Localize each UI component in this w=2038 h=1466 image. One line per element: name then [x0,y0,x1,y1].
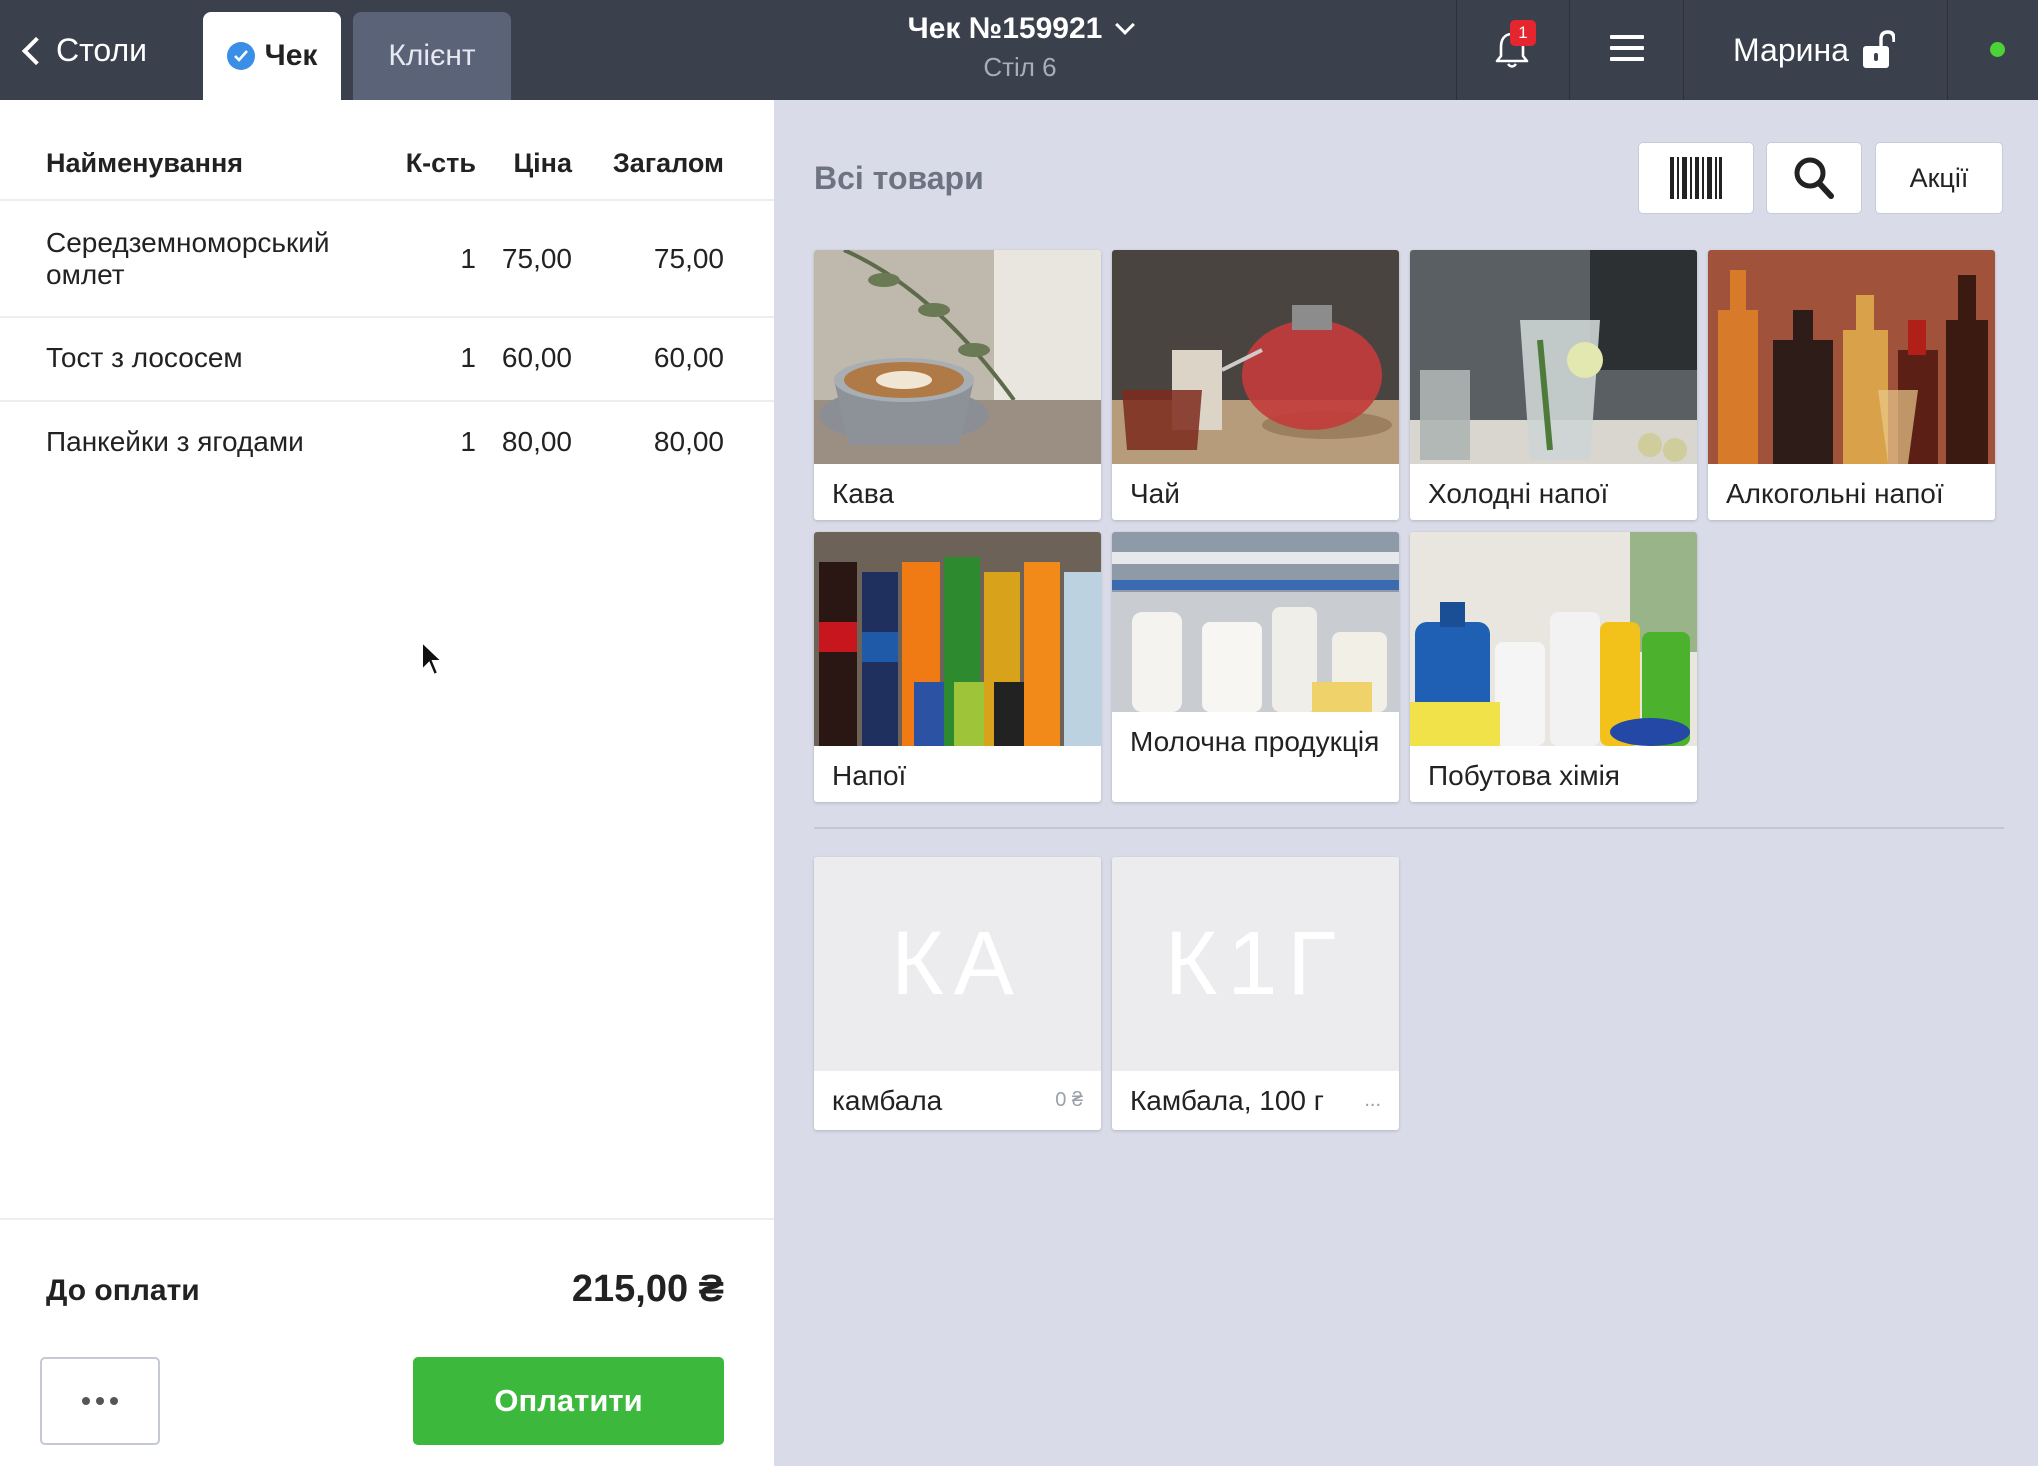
item-name: Середземноморський омлет [46,227,330,290]
product-name: камбала [832,1085,943,1116]
search-icon [1794,157,1834,199]
divider [1947,0,1948,100]
promotions-button[interactable]: Акції [1875,142,2003,214]
mouse-cursor-icon [421,640,445,677]
item-price: 80,00 [501,426,572,457]
checkmark-icon [226,42,255,70]
divider [0,1218,774,1220]
tea-image [1112,250,1399,464]
user-menu[interactable]: Марина [1733,28,1895,72]
back-label: Столи [56,31,148,68]
category-label: Кава [832,478,895,509]
column-name: Найменування [46,148,244,178]
category-label: Побутова хімія [1428,760,1620,791]
item-name: Панкейки з ягодами [46,426,304,457]
barcode-icon [1670,157,1722,199]
to-pay-amount: 215,00 ₴ [571,1268,724,1310]
category-card-household-chemicals[interactable]: Побутова хімія [1410,532,1697,802]
chevron-left-icon [21,36,51,66]
user-name: Марина [1733,31,1849,68]
product-price: ... [1364,1089,1381,1111]
back-to-tables-button[interactable]: Столи [21,26,148,74]
order-table-header: Найменування К-сть Ціна Загалом [0,100,774,201]
household-chemicals-image [1410,532,1697,746]
soft-drinks-image [814,532,1101,746]
category-card-cold-drinks[interactable]: Холодні напої [1410,250,1697,520]
receipt-number: Чек №159921 [907,12,1103,45]
top-bar: Столи Чек Клієнт Чек №159921 Стіл 6 1 Ма… [0,0,2038,100]
divider [1569,0,1570,100]
item-name: Тост з лососем [46,342,243,373]
table-row[interactable]: Середземноморський омлет 1 75,00 75,00 [0,201,774,318]
category-card-alcohol[interactable]: Алкогольні напої [1708,250,1995,520]
unlocked-padlock-icon [1862,30,1895,68]
product-card[interactable]: К1Г Камбала, 100 г ... [1112,857,1399,1130]
to-pay-label: До оплати [46,1274,200,1307]
category-label: Холодні напої [1428,478,1609,509]
divider [814,827,2004,829]
product-card[interactable]: КА камбала 0 ₴ [814,857,1101,1130]
product-price: 0 ₴ [1055,1089,1083,1111]
cold-drinks-image [1410,250,1697,464]
table-label: Стіл 6 [983,52,1057,82]
item-total: 75,00 [653,243,724,274]
product-name: Камбала, 100 г [1130,1085,1324,1116]
hamburger-menu-icon[interactable] [1610,35,1644,63]
barcode-button[interactable] [1638,142,1754,214]
category-label: Алкогольні напої [1726,478,1944,509]
pay-button[interactable]: Оплатити [413,1357,724,1445]
column-total: Загалом [612,148,724,178]
category-label: Чай [1130,478,1180,509]
order-panel: Найменування К-сть Ціна Загалом Середзем… [0,100,774,1466]
category-label: Напої [832,760,907,791]
product-initials: КА [814,857,1101,1071]
receipt-selector[interactable]: Чек №159921 Стіл 6 [860,12,1180,83]
tab-check-label: Чек [264,39,318,72]
more-options-button[interactable] [40,1357,160,1445]
chevron-down-icon [1115,15,1136,35]
category-card-coffee[interactable]: Кава [814,250,1101,520]
dairy-image [1112,532,1399,712]
tab-client[interactable]: Клієнт [353,12,511,100]
category-card-dairy[interactable]: Молочна продукція [1112,532,1399,802]
item-price: 60,00 [501,342,572,373]
tab-check[interactable]: Чек [203,12,341,100]
product-initials: К1Г [1112,857,1399,1071]
online-status-dot [1990,42,2005,57]
table-row[interactable]: Тост з лососем 1 60,00 60,00 [0,318,774,402]
coffee-image [814,250,1101,464]
table-row[interactable]: Панкейки з ягодами 1 80,00 80,00 [0,402,774,486]
tab-client-label: Клієнт [388,39,476,72]
divider [1683,0,1684,100]
category-card-tea[interactable]: Чай [1112,250,1399,520]
column-price: Ціна [513,148,572,178]
item-total: 80,00 [653,426,724,457]
alcohol-image [1708,250,1995,464]
divider [1456,0,1457,100]
item-price: 75,00 [501,243,572,274]
promotions-label: Акції [1909,162,1969,193]
category-card-soft-drinks[interactable]: Напої [814,532,1101,802]
item-total: 60,00 [653,342,724,373]
catalog-title: Всі товари [814,160,984,196]
search-button[interactable] [1766,142,1862,214]
notification-badge: 1 [1510,20,1536,46]
catalog-panel: Всі товари Акції Кава Чай Холодні напої … [774,100,2038,1466]
category-label: Молочна продукція [1130,726,1380,757]
